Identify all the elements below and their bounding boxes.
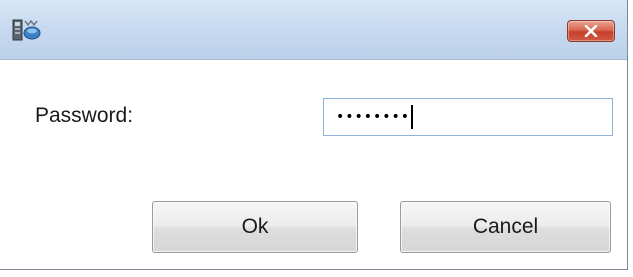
close-button[interactable] bbox=[567, 20, 615, 42]
title-bar[interactable] bbox=[0, 0, 627, 60]
ok-button[interactable]: Ok bbox=[152, 201, 358, 253]
dialog-body: Password: •••••••• Ok Cancel bbox=[0, 60, 627, 269]
text-caret bbox=[411, 105, 414, 129]
password-label: Password: bbox=[35, 104, 134, 127]
password-masked-value: •••••••• bbox=[336, 109, 411, 125]
password-input[interactable]: •••••••• bbox=[323, 98, 613, 136]
close-icon bbox=[584, 25, 598, 37]
cancel-button[interactable]: Cancel bbox=[400, 201, 611, 253]
app-keyring-icon bbox=[12, 18, 42, 42]
password-dialog: Password: •••••••• Ok Cancel bbox=[0, 0, 628, 270]
